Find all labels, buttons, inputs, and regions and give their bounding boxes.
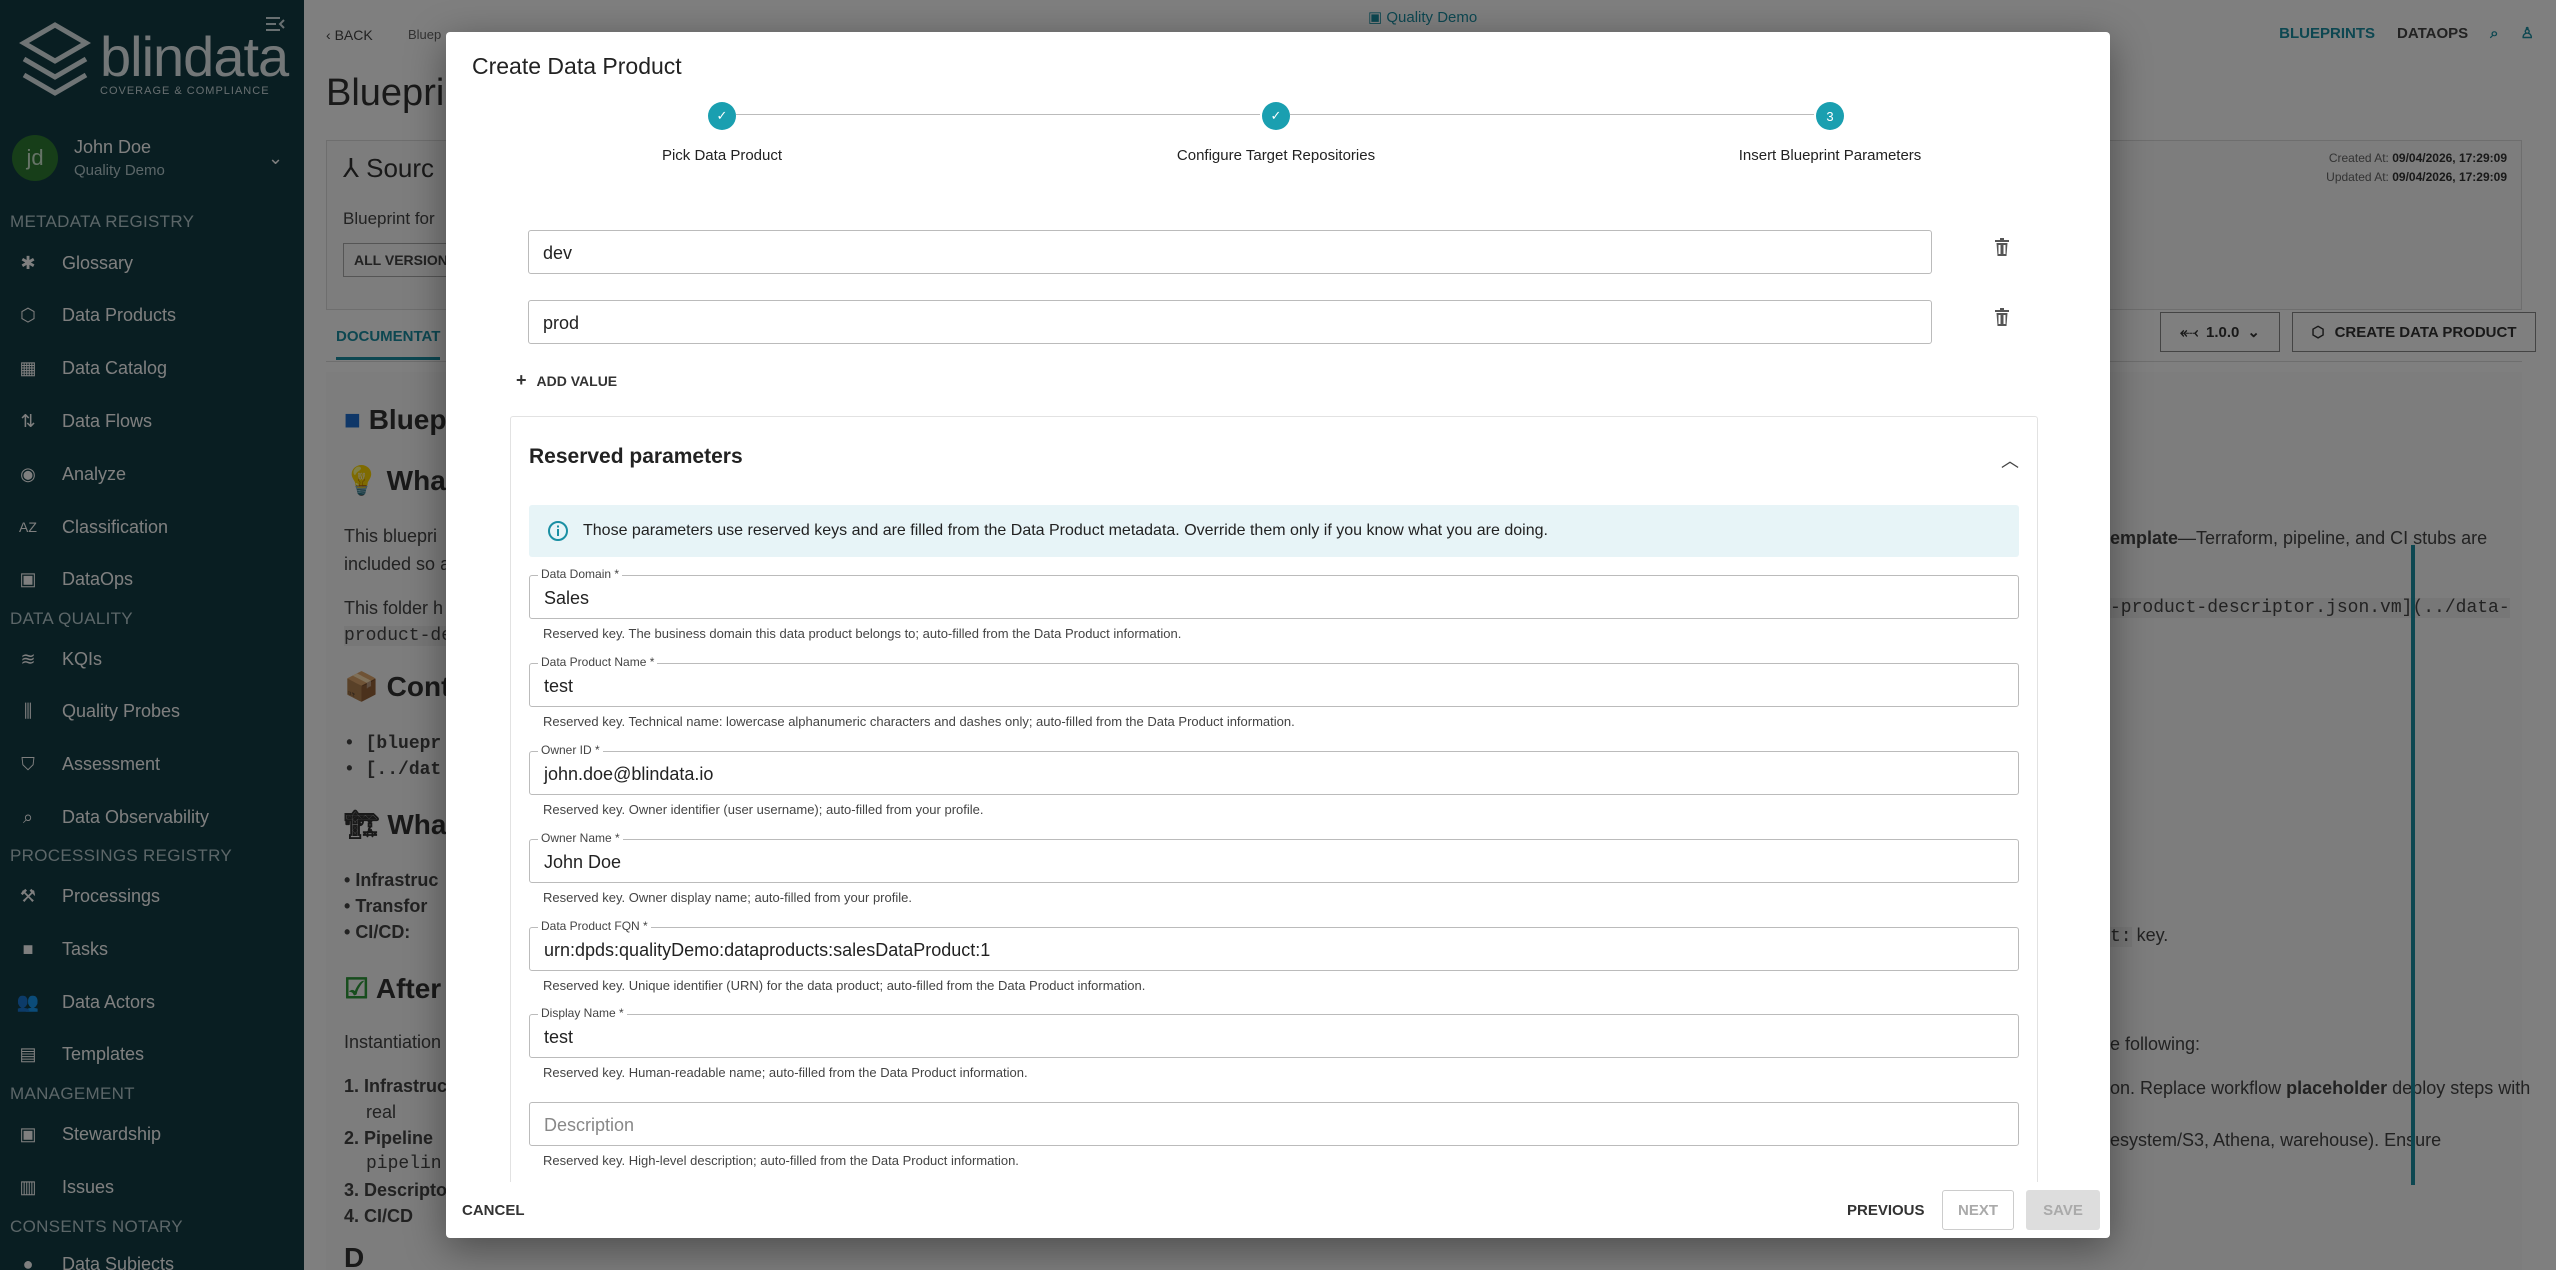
delete-icon[interactable] [1995, 238, 2015, 260]
description-field[interactable]: Description [529, 1102, 2019, 1146]
stepper-connector [736, 114, 1260, 115]
field-helper: Reserved key. Technical name: lowercase … [543, 714, 1295, 729]
owner-name-field[interactable]: Owner Name * John Doe [529, 831, 2019, 883]
data-domain-field[interactable]: Data Domain * Sales [529, 567, 2019, 619]
dialog-title: Create Data Product [472, 53, 682, 79]
field-helper: Reserved key. Human-readable name; auto-… [543, 1065, 1028, 1080]
field-label: Data Domain * [538, 567, 623, 581]
field-value: Sales [544, 588, 590, 608]
display-name-field[interactable]: Display Name * test [529, 1006, 2019, 1058]
field-value: john.doe@blindata.io [544, 764, 714, 784]
field-label: Data Product Name * [538, 655, 658, 669]
stepper-connector [1290, 114, 1814, 115]
step-2-label: Configure Target Repositories [1176, 147, 1376, 164]
field-helper: Reserved key. High-level description; au… [543, 1153, 1019, 1168]
data-product-fqn-field[interactable]: Data Product FQN * urn:dpds:qualityDemo:d… [529, 919, 2019, 971]
field-label: Display Name * [538, 1006, 627, 1020]
field-label: Owner ID * [538, 743, 603, 757]
field-value: test [544, 676, 574, 696]
step-1-check-icon: ✓ [708, 102, 736, 130]
add-value-button[interactable]: + ADD VALUE [516, 370, 617, 391]
chevron-up-icon[interactable]: ︿ [2001, 447, 2019, 473]
field-placeholder: Description [544, 1115, 635, 1135]
field-label: Owner Name * [538, 831, 623, 845]
save-button[interactable]: SAVE [2026, 1190, 2100, 1230]
info-icon [547, 520, 569, 542]
next-button[interactable]: NEXT [1942, 1190, 2014, 1230]
field-value: urn:dpds:qualityDemo:dataproducts:salesD… [544, 940, 991, 960]
info-text: Those parameters use reserved keys and a… [583, 522, 1548, 539]
field-helper: Reserved key. The business domain this d… [543, 626, 1182, 641]
add-value-label: ADD VALUE [536, 372, 618, 389]
owner-id-field[interactable]: Owner ID * john.doe@blindata.io [529, 743, 2019, 795]
cancel-button[interactable]: CANCEL [462, 1202, 525, 1219]
field-label: Data Product FQN * [538, 919, 651, 933]
step-3-indicator: 3 [1816, 102, 1844, 130]
step-1-label: Pick Data Product [661, 147, 783, 164]
parameter-value-input[interactable]: prod [528, 300, 1932, 344]
field-value: test [544, 1027, 574, 1047]
field-helper: Reserved key. Owner display name; auto-f… [543, 890, 912, 905]
step-2-check-icon: ✓ [1262, 102, 1290, 130]
reserved-parameters-panel: Reserved parameters ︿ Those parameters u… [510, 416, 2038, 1182]
previous-button[interactable]: PREVIOUS [1847, 1202, 1925, 1219]
step-3-label: Insert Blueprint Parameters [1738, 147, 1922, 164]
info-alert: Those parameters use reserved keys and a… [529, 505, 2019, 557]
create-data-product-dialog: Create Data Product ✓ ✓ 3 Pick Data Prod… [446, 32, 2110, 1238]
parameter-value-input[interactable]: dev [528, 230, 1932, 274]
delete-icon[interactable] [1995, 308, 2015, 330]
reserved-parameters-title[interactable]: Reserved parameters [529, 445, 743, 469]
field-value: John Doe [544, 852, 622, 872]
field-helper: Reserved key. Unique identifier (URN) fo… [543, 978, 1146, 993]
dialog-content[interactable]: dev prod + ADD VALUE Reserved parameters … [446, 192, 2110, 1182]
field-helper: Reserved key. Owner identifier (user use… [543, 802, 984, 817]
dialog-footer: CANCEL PREVIOUS NEXT SAVE [446, 1190, 2110, 1238]
plus-icon: + [516, 370, 527, 390]
data-product-name-field[interactable]: Data Product Name * test [529, 655, 2019, 707]
